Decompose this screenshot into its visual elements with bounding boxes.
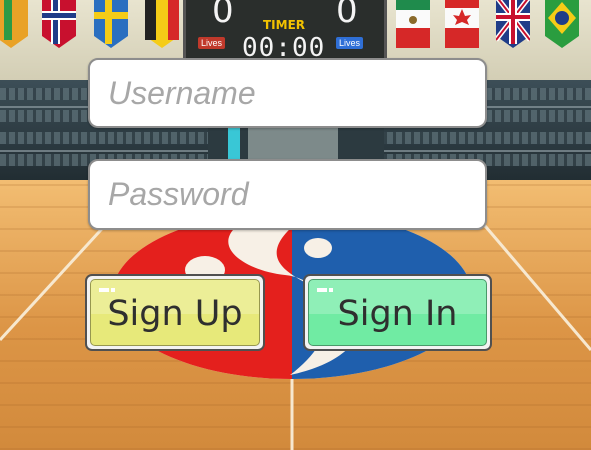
- game-scene: 0 TIMER 0 Lives 00:00 Lives Username Sig…: [0, 0, 591, 450]
- pennant-icon: [0, 0, 28, 48]
- home-score: 0: [212, 0, 234, 31]
- password-input[interactable]: [90, 161, 485, 228]
- brazil-flag-icon: [545, 0, 579, 48]
- away-score: 0: [336, 0, 358, 31]
- sign-in-button-face[interactable]: Sign In: [308, 279, 487, 346]
- username-input[interactable]: [90, 60, 485, 126]
- sweden-flag-icon: [94, 0, 128, 48]
- away-lives-label: Lives: [336, 37, 364, 49]
- belgium-flag-icon: [145, 0, 179, 48]
- sign-up-button[interactable]: Sign Up: [85, 274, 265, 351]
- username-field[interactable]: [88, 58, 487, 128]
- sign-in-button[interactable]: Sign In: [303, 274, 492, 351]
- timer-label: TIMER: [263, 18, 306, 32]
- sparkle-icon: [99, 288, 115, 292]
- sign-up-label: Sign Up: [107, 294, 243, 334]
- home-lives-label: Lives: [198, 37, 226, 49]
- norway-flag-icon: [42, 0, 76, 48]
- canada-flag-icon: [445, 0, 479, 48]
- scoreboard: 0 TIMER 0 Lives 00:00 Lives: [183, 0, 387, 64]
- sign-in-label: Sign In: [337, 294, 458, 334]
- sign-up-button-face[interactable]: Sign Up: [90, 279, 260, 346]
- password-field[interactable]: [88, 159, 487, 230]
- mexico-flag-icon: [396, 0, 430, 48]
- uk-flag-icon: [496, 0, 530, 48]
- sparkle-icon: [317, 288, 333, 292]
